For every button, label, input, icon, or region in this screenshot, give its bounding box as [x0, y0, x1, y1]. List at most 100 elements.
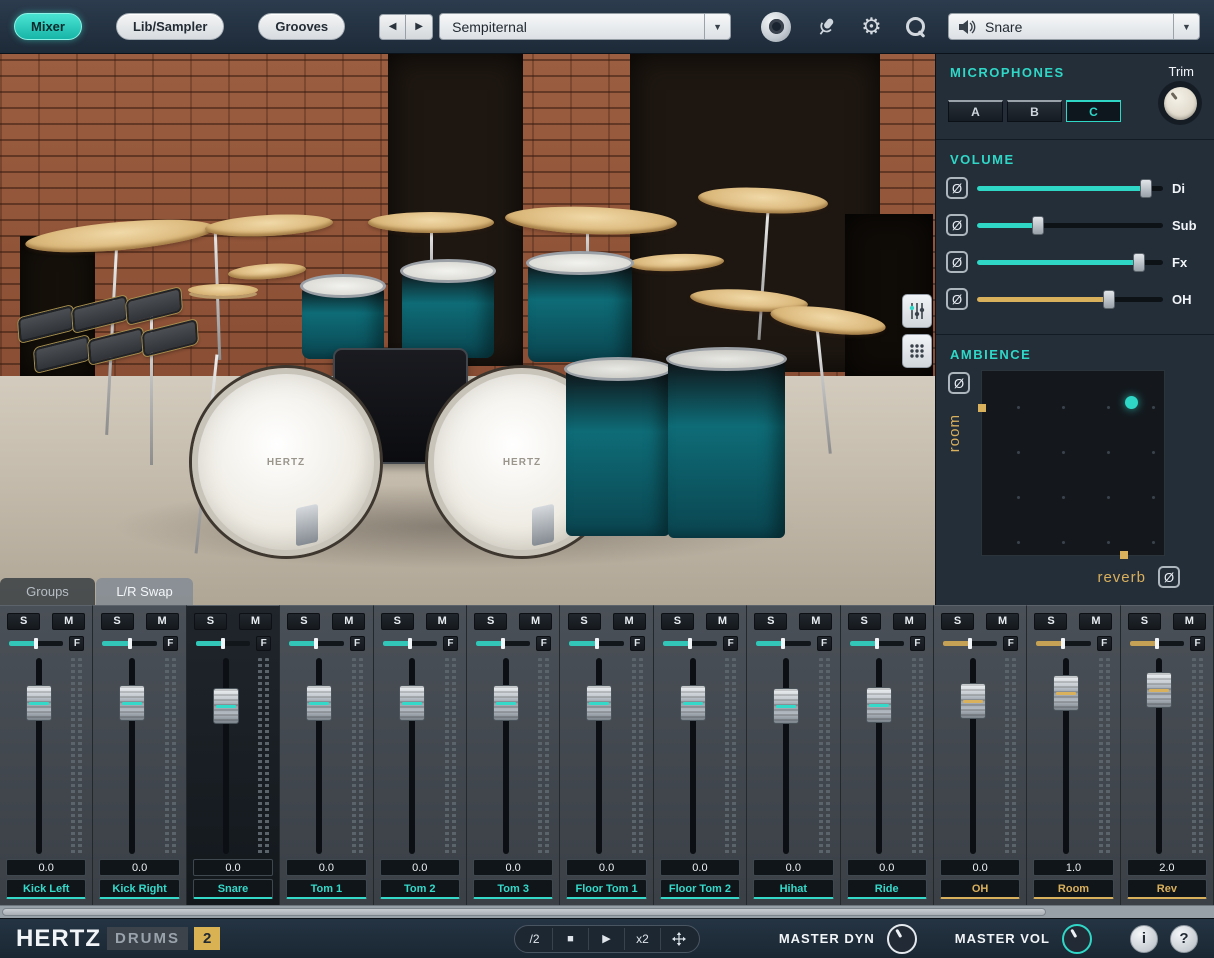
channel-name-button[interactable]: Tom 3 [472, 879, 554, 899]
channel-name-button[interactable]: Ride [846, 879, 927, 899]
tom-3-drum[interactable] [526, 251, 634, 362]
solo-button[interactable]: S [474, 613, 508, 630]
preset-next-button[interactable]: ▶ [406, 13, 434, 40]
mute-button[interactable]: M [1172, 613, 1206, 630]
solo-button[interactable]: S [193, 613, 227, 630]
search-icon[interactable] [904, 15, 928, 39]
fx-button[interactable]: F [723, 636, 739, 651]
ambience-position-dot[interactable] [1125, 396, 1139, 410]
chevron-down-icon[interactable]: ▼ [704, 14, 730, 39]
play-button[interactable]: ▶ [589, 927, 625, 950]
floor-tom-2-drum[interactable] [666, 347, 787, 538]
fx-button[interactable]: F [909, 636, 925, 651]
kick-pedal[interactable] [296, 503, 318, 547]
channel-name-button[interactable]: OH [939, 879, 1021, 899]
mixer-scrollbar[interactable] [0, 905, 1214, 918]
room-axis-marker[interactable] [978, 403, 986, 412]
solo-button[interactable]: S [847, 613, 881, 630]
pan-slider[interactable] [942, 638, 998, 649]
fx-button[interactable]: F [162, 636, 178, 651]
mute-button[interactable]: M [612, 613, 646, 630]
pan-slider[interactable] [1129, 638, 1185, 649]
floor-tom-1-drum[interactable] [564, 357, 672, 536]
mute-button[interactable]: M [238, 613, 272, 630]
solo-button[interactable]: S [100, 613, 134, 630]
channel-name-button[interactable]: Kick Left [6, 879, 87, 899]
mute-button[interactable]: M [892, 613, 926, 630]
fader-handle[interactable] [586, 684, 613, 721]
channel-name-button[interactable]: Tom 2 [379, 879, 460, 899]
pan-slider[interactable] [102, 638, 157, 649]
splash-cymbal[interactable] [227, 261, 307, 282]
kick-left-drum[interactable]: HERTZ [192, 368, 380, 556]
fx-button[interactable]: F [629, 636, 645, 651]
pan-slider[interactable] [849, 638, 904, 649]
epad[interactable] [125, 287, 183, 325]
info-button[interactable]: i [1130, 924, 1158, 953]
help-button[interactable]: ? [1170, 924, 1198, 953]
groups-tab[interactable]: Groups [0, 578, 95, 605]
phase-button[interactable]: Ø [946, 214, 968, 236]
mic-b-button[interactable]: B [1007, 100, 1062, 122]
channel-name-button[interactable]: Rev [1126, 879, 1208, 899]
mic-a-button[interactable]: A [948, 100, 1003, 122]
volume-slider[interactable] [977, 178, 1163, 198]
mute-button[interactable]: M [52, 613, 86, 630]
channel-name-button[interactable]: Floor Tom 2 [659, 879, 741, 899]
room-phase-button[interactable]: Ø [948, 372, 970, 394]
fader-handle[interactable] [1053, 674, 1080, 711]
channel-name-button[interactable]: Tom 1 [286, 879, 367, 899]
mute-button[interactable]: M [145, 613, 179, 630]
half-tempo-button[interactable]: /2 [517, 927, 553, 950]
preset-prev-button[interactable]: ◀ [379, 13, 407, 40]
fx-button[interactable]: F [69, 636, 85, 651]
pan-slider[interactable] [475, 638, 531, 649]
channel-name-button[interactable]: Room [1033, 879, 1114, 899]
mute-button[interactable]: M [986, 613, 1020, 630]
mic-c-button[interactable]: C [1066, 100, 1121, 122]
channel-name-button[interactable]: Floor Tom 1 [566, 879, 647, 899]
fx-button[interactable]: F [349, 636, 365, 651]
epad[interactable] [87, 327, 145, 365]
mute-button[interactable]: M [332, 613, 366, 630]
tab-mixer[interactable]: Mixer [14, 13, 82, 40]
channel-name-button[interactable]: Snare [192, 879, 274, 899]
reverb-axis-marker[interactable] [1119, 551, 1128, 559]
ride-cymbal-left[interactable] [24, 213, 216, 259]
channel-name-button[interactable]: Hihat [753, 879, 834, 899]
chevron-down-icon[interactable]: ▼ [1173, 14, 1199, 39]
fx-button[interactable]: F [256, 636, 272, 651]
reverb-phase-button[interactable]: Ø [1158, 566, 1180, 588]
solo-button[interactable]: S [1127, 613, 1161, 630]
mute-button[interactable]: M [1079, 613, 1113, 630]
fader-handle[interactable] [212, 688, 239, 725]
pan-slider[interactable] [382, 638, 437, 649]
instrument-select[interactable]: Snare ▼ [948, 13, 1200, 40]
solo-button[interactable]: S [660, 613, 694, 630]
trim-knob[interactable] [1158, 81, 1202, 125]
ambience-pad[interactable] [978, 370, 1165, 559]
pads-toggle-button[interactable] [902, 334, 932, 368]
microphone-icon[interactable] [813, 14, 839, 40]
phase-button[interactable]: Ø [946, 251, 968, 273]
channel-name-button[interactable]: Kick Right [99, 879, 180, 899]
solo-button[interactable]: S [7, 613, 41, 630]
fader-handle[interactable] [119, 684, 146, 721]
sliders-toggle-button[interactable] [902, 294, 932, 328]
mute-button[interactable]: M [519, 613, 553, 630]
pan-slider[interactable] [9, 638, 64, 649]
stop-button[interactable]: ■ [553, 927, 589, 950]
fader-handle[interactable] [679, 684, 706, 721]
move-icon[interactable] [661, 928, 697, 950]
crash-cymbal[interactable] [204, 211, 334, 240]
volume-slider[interactable] [977, 289, 1163, 309]
volume-slider[interactable] [977, 215, 1163, 235]
double-tempo-button[interactable]: x2 [625, 927, 661, 950]
pan-slider[interactable] [569, 638, 624, 649]
phase-button[interactable]: Ø [946, 288, 968, 310]
fader-handle[interactable] [1146, 671, 1173, 708]
fx-button[interactable]: F [536, 636, 552, 651]
solo-button[interactable]: S [754, 613, 788, 630]
kick-pedal[interactable] [532, 503, 554, 547]
fader-handle[interactable] [492, 684, 519, 721]
